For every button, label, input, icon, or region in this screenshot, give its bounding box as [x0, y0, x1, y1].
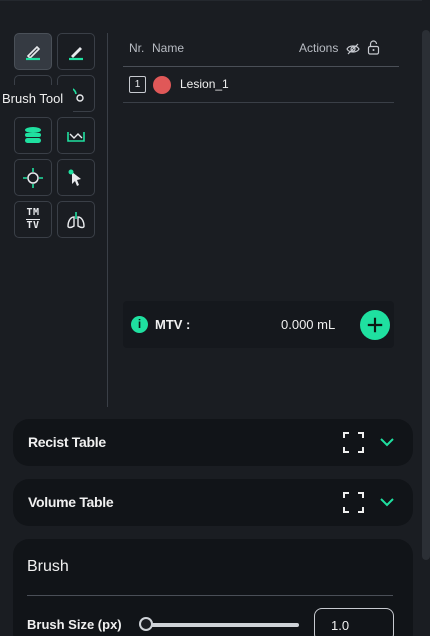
column-actions: Actions [299, 41, 339, 55]
recist-table-accordion[interactable]: Recist Table [13, 419, 413, 466]
row-number: 1 [129, 76, 146, 93]
pen-tool-icon [69, 46, 83, 60]
column-nr: Nr. [129, 41, 145, 55]
lungs-tool-button[interactable] [57, 201, 95, 238]
brush-divider [27, 595, 393, 596]
database-tool-button[interactable] [14, 117, 52, 154]
scrollbar-track[interactable] [422, 0, 430, 636]
select-pointer-icon [68, 169, 81, 186]
expand-icon[interactable] [343, 432, 364, 453]
crosshair-tool-icon [23, 167, 43, 188]
chevron-down-icon[interactable] [379, 496, 395, 508]
crosshair-tool-button[interactable] [14, 159, 52, 196]
segment-table-header: Nr. Name Actions [123, 37, 399, 67]
brush-tool-button[interactable] [14, 33, 52, 70]
tmtv-label: TM TV [26, 207, 40, 231]
segment-color-swatch[interactable] [153, 76, 171, 94]
plus-icon [367, 317, 383, 333]
brush-tool-tooltip: Brush Tool [0, 85, 73, 113]
brush-tool-icon [26, 45, 41, 60]
pen-tool-button[interactable] [57, 33, 95, 70]
add-segment-button[interactable] [360, 310, 390, 340]
select-pointer-button[interactable] [57, 159, 95, 196]
expand-icon[interactable] [343, 492, 364, 513]
eye-hidden-icon[interactable] [346, 42, 360, 56]
interpolate-tool-icon [67, 131, 85, 142]
unlock-icon[interactable] [367, 40, 380, 55]
interpolate-tool-button[interactable] [57, 117, 95, 154]
lungs-tool-icon [67, 211, 85, 228]
table-row[interactable]: 1 Lesion_1 [123, 67, 394, 103]
brush-settings-panel: Brush Brush Size (px) [13, 539, 413, 636]
tool-divider [107, 33, 108, 407]
segment-name: Lesion_1 [180, 77, 229, 91]
column-name: Name [152, 41, 185, 55]
volume-table-accordion[interactable]: Volume Table [13, 479, 413, 526]
brush-size-slider-thumb[interactable] [139, 617, 153, 631]
segmentation-panel: TM TV Brush Tool Nr. Name Actions 1 Lesi… [0, 0, 422, 636]
brush-size-label: Brush Size (px) [27, 617, 122, 632]
mtv-label: MTV : [155, 317, 191, 332]
info-icon[interactable]: i [131, 316, 148, 333]
chevron-down-icon[interactable] [379, 436, 395, 448]
brush-size-slider[interactable] [141, 623, 299, 627]
app-root: TM TV Brush Tool Nr. Name Actions 1 Lesi… [0, 0, 430, 636]
brush-title: Brush [27, 558, 69, 575]
mtv-summary: i MTV : 0.000 mL [123, 301, 394, 348]
brush-size-input[interactable] [314, 608, 394, 636]
volume-table-title: Volume Table [28, 494, 114, 510]
scrollbar-thumb[interactable] [422, 30, 430, 560]
tmtv-tool-button[interactable]: TM TV [14, 201, 52, 238]
database-tool-icon [25, 126, 41, 143]
recist-table-title: Recist Table [28, 434, 106, 450]
mtv-value: 0.000 mL [281, 317, 336, 332]
